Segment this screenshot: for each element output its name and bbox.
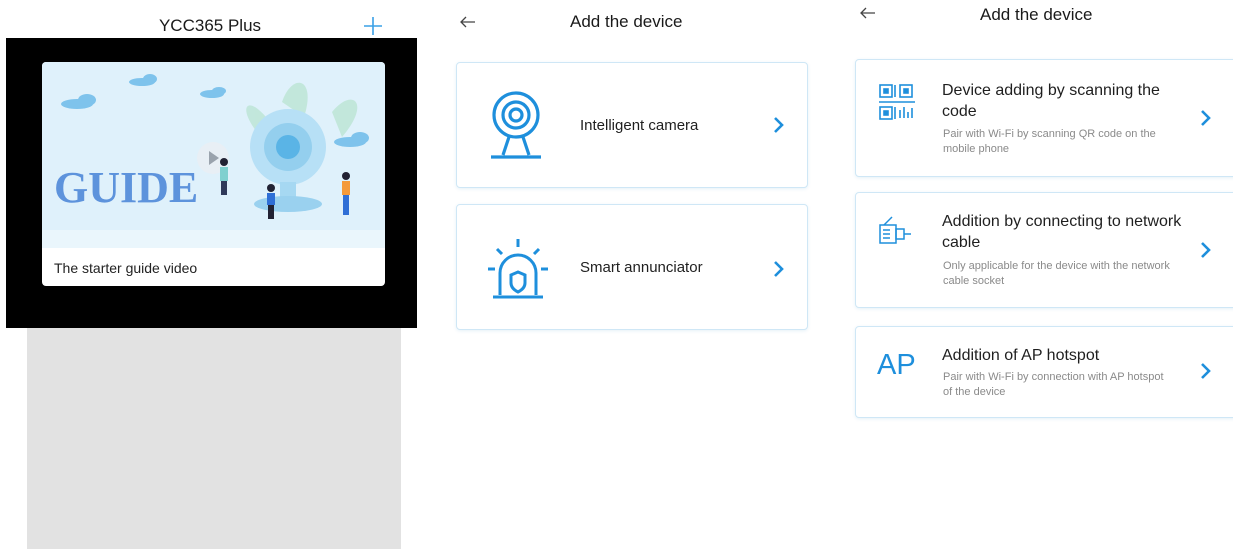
home-empty-area — [27, 328, 401, 549]
ap-hotspot-icon: AP — [877, 349, 916, 381]
back-arrow-icon[interactable] — [458, 12, 478, 32]
method-subtitle: Pair with Wi-Fi by connection with AP ho… — [943, 371, 1164, 398]
method-option-ap-hotspot[interactable]: AP Addition of AP hotspot Pair with Wi-F… — [855, 326, 1233, 418]
chevron-right-icon — [774, 261, 784, 277]
back-arrow-icon[interactable] — [858, 3, 878, 23]
guide-caption: The starter guide video — [54, 260, 198, 276]
chevron-right-icon — [1201, 363, 1211, 379]
guide-video-thumbnail: GUIDE — [42, 62, 385, 248]
method-option-network-cable[interactable]: Addition by connecting to network cable … — [855, 192, 1233, 308]
page-title: Add the device — [980, 5, 1093, 24]
camera-icon — [491, 91, 541, 159]
method-option-scan-code[interactable]: Device adding by scanning the code Pair … — [855, 59, 1233, 177]
guide-logo-text: GUIDE — [54, 163, 198, 212]
method-subtitle: Only applicable for the device with the … — [943, 260, 1170, 287]
starter-guide-card[interactable]: GUIDE The starter guide video — [42, 62, 385, 286]
app-title: YCC365 Plus — [158, 16, 262, 35]
device-option-annunciator[interactable]: Smart annunciator — [456, 204, 808, 330]
plus-icon[interactable] — [361, 14, 385, 38]
chevron-right-icon — [774, 117, 784, 133]
method-subtitle: Pair with Wi-Fi by scanning QR code on t… — [943, 128, 1156, 155]
method-title: Addition by connecting to network cable — [942, 213, 1182, 251]
qr-scan-icon — [879, 84, 915, 120]
page-title: Add the device — [570, 12, 683, 31]
device-option-camera[interactable]: Intelligent camera — [456, 62, 808, 188]
chevron-right-icon — [1201, 242, 1211, 258]
device-option-label: Smart annunciator — [580, 259, 703, 276]
device-option-label: Intelligent camera — [580, 117, 699, 134]
chevron-right-icon — [1201, 110, 1211, 126]
network-cable-icon — [879, 216, 911, 244]
method-title: Device adding by scanning the code — [942, 82, 1160, 120]
method-title: Addition of AP hotspot — [942, 347, 1100, 364]
alarm-icon — [488, 239, 548, 299]
